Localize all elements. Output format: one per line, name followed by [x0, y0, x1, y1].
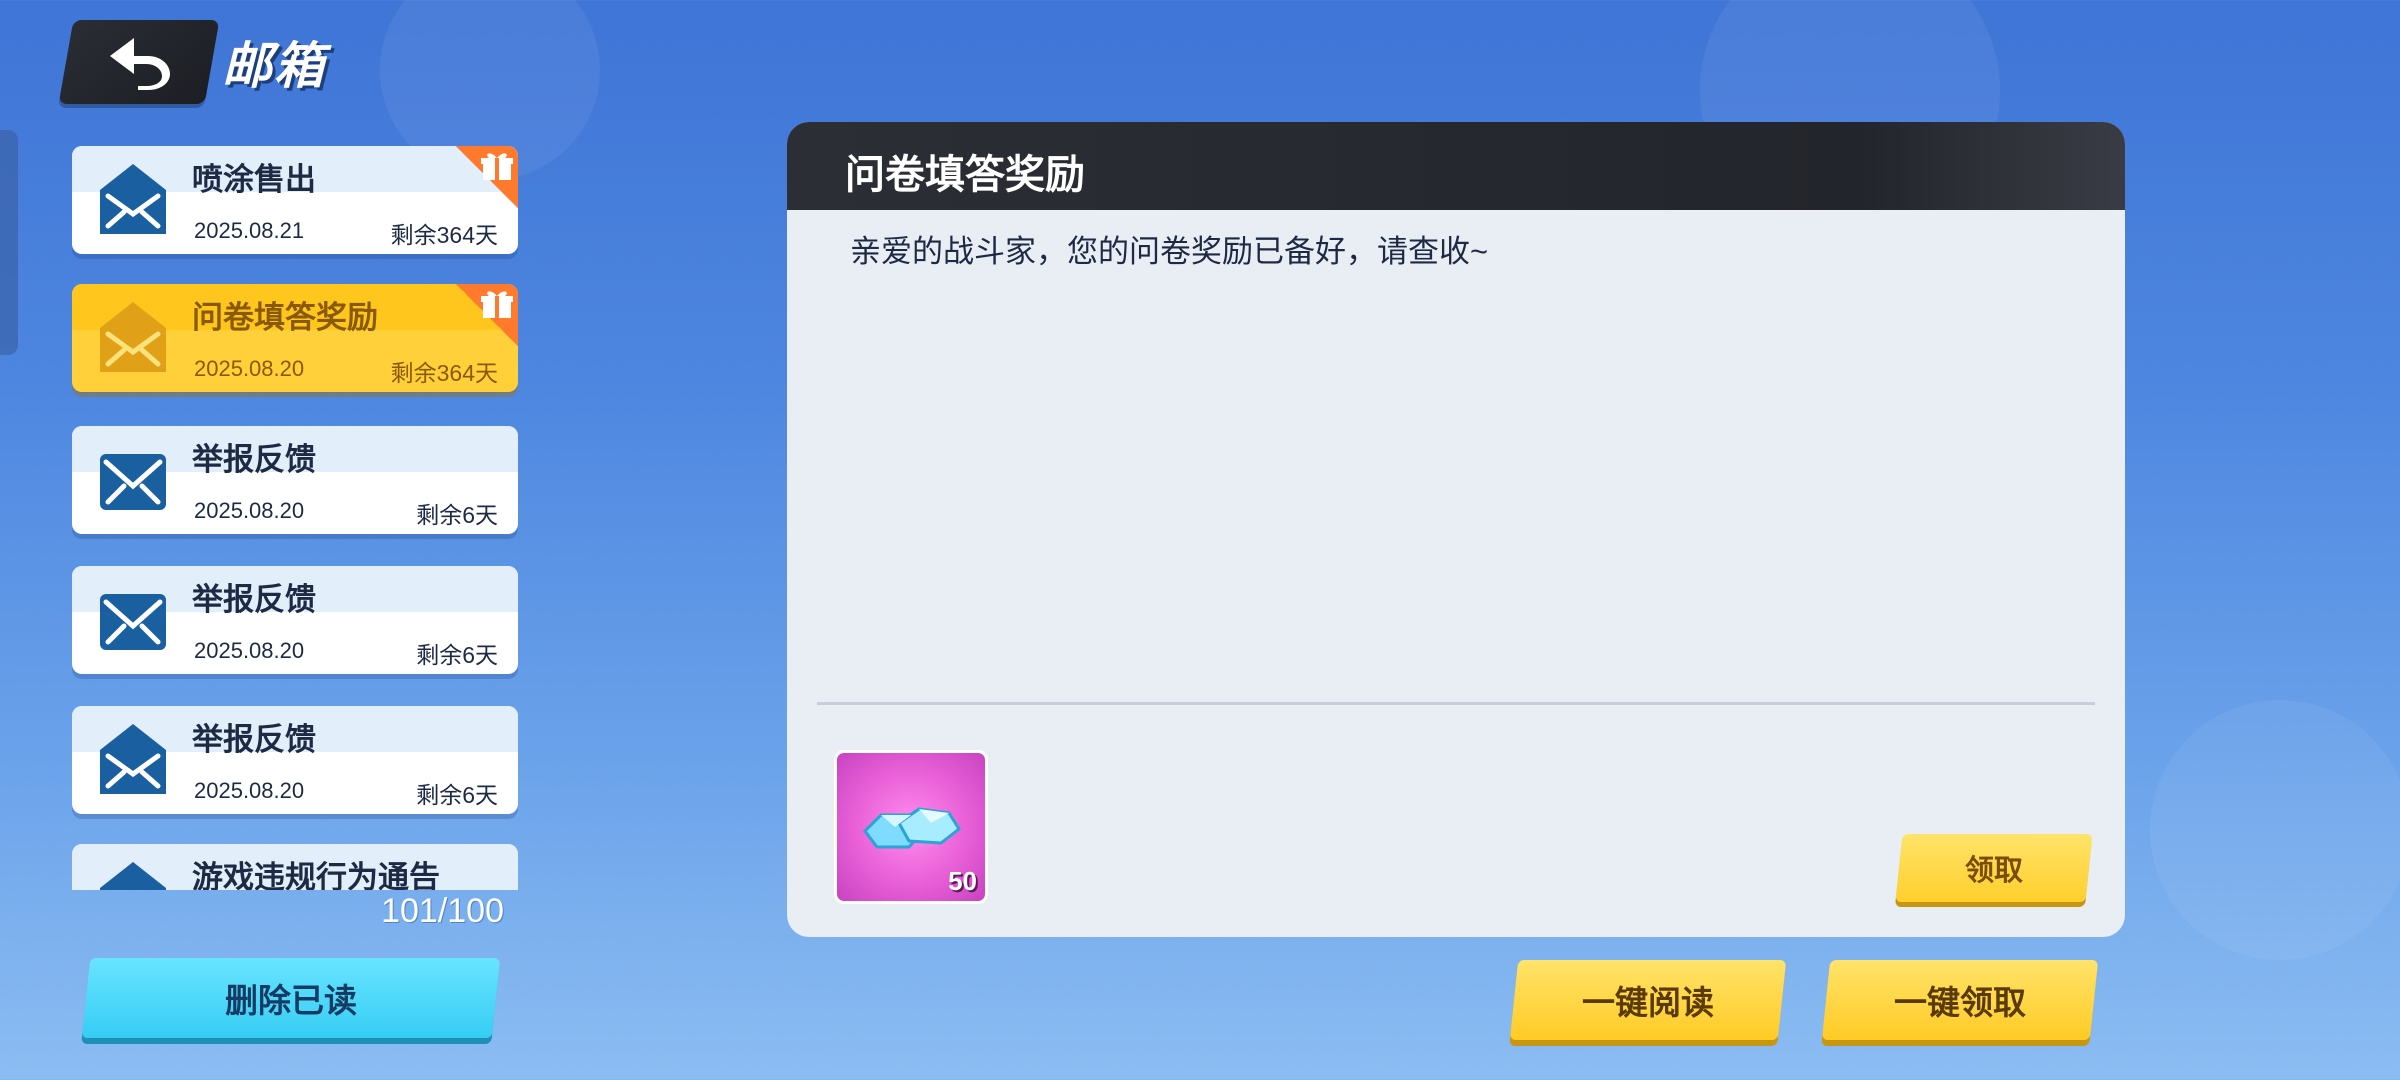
- gift-badge: [456, 284, 518, 346]
- mail-title: 喷涂售出: [192, 162, 316, 197]
- reward-quantity: 50: [948, 866, 977, 896]
- back-arrow-icon: [110, 38, 170, 90]
- mail-title: 举报反馈: [192, 442, 316, 477]
- read-all-label: 一键阅读: [1582, 984, 1714, 1021]
- mail-date: 2025.08.20: [194, 498, 305, 523]
- detail-header: 问卷填答奖励: [787, 122, 2125, 210]
- mail-remaining-days: 剩余6天: [416, 642, 498, 668]
- mail-item-2[interactable]: 举报反馈 2025.08.20 剩余6天: [72, 426, 518, 534]
- mail-item-0[interactable]: 喷涂售出 2025.08.21 剩余364天: [72, 146, 518, 254]
- mail-item-4[interactable]: 举报反馈 2025.08.20 剩余6天: [72, 706, 518, 814]
- mail-title: 举报反馈: [192, 582, 316, 617]
- envelope-closed-icon: [100, 454, 166, 510]
- page-title: 邮箱: [222, 38, 326, 94]
- mail-title: 游戏违规行为通告: [192, 860, 440, 890]
- envelope-open-icon: [100, 302, 166, 372]
- mail-item-1[interactable]: 问卷填答奖励 2025.08.20 剩余364天: [72, 284, 518, 392]
- mail-title: 举报反馈: [192, 722, 316, 757]
- mail-item-5[interactable]: 游戏违规行为通告: [72, 844, 518, 890]
- mail-date: 2025.08.21: [194, 218, 305, 243]
- mail-date: 2025.08.20: [194, 356, 305, 381]
- claim-all-label: 一键领取: [1894, 984, 2026, 1021]
- divider: [817, 702, 2095, 705]
- gift-icon: [481, 291, 513, 318]
- mail-date: 2025.08.20: [194, 778, 305, 803]
- gift-badge: [456, 146, 518, 208]
- mail-remaining-days: 剩余6天: [416, 782, 498, 808]
- envelope-closed-icon: [100, 594, 166, 650]
- detail-body-text: 亲爱的战斗家，您的问卷奖励已备好，请查收~: [850, 234, 1489, 269]
- envelope-open-icon: [100, 164, 166, 234]
- gift-icon: [481, 153, 513, 180]
- claim-label: 领取: [1964, 855, 2023, 887]
- delete-read-label: 删除已读: [225, 982, 357, 1019]
- mail-count: 101/100: [381, 892, 504, 930]
- envelope-open-icon: [100, 724, 166, 794]
- detail-title: 问卷填答奖励: [845, 153, 1085, 197]
- reward-item[interactable]: 50: [834, 750, 988, 904]
- mail-detail-panel: 问卷填答奖励 亲爱的战斗家，您的问卷奖励已备好，请查收~ 50 领取: [787, 122, 2125, 937]
- back-button[interactable]: [58, 20, 220, 104]
- mail-remaining-days: 剩余364天: [390, 222, 498, 248]
- claim-all-button[interactable]: 一键领取: [1821, 960, 2099, 1040]
- mail-list[interactable]: 喷涂售出 2025.08.21 剩余364天 问卷填答奖励 2025.08.20…: [72, 146, 522, 890]
- side-drawer-tab[interactable]: [0, 130, 18, 355]
- read-all-button[interactable]: 一键阅读: [1509, 960, 1787, 1040]
- mail-item-3[interactable]: 举报反馈 2025.08.20 剩余6天: [72, 566, 518, 674]
- claim-button[interactable]: 领取: [1895, 834, 2093, 902]
- mail-title: 问卷填答奖励: [192, 300, 378, 335]
- delete-read-button[interactable]: 删除已读: [81, 958, 501, 1038]
- mail-date: 2025.08.20: [194, 638, 305, 663]
- background-decoration: [2150, 700, 2400, 960]
- mail-remaining-days: 剩余364天: [390, 360, 498, 386]
- mail-remaining-days: 剩余6天: [416, 502, 498, 528]
- envelope-open-icon: [100, 862, 166, 890]
